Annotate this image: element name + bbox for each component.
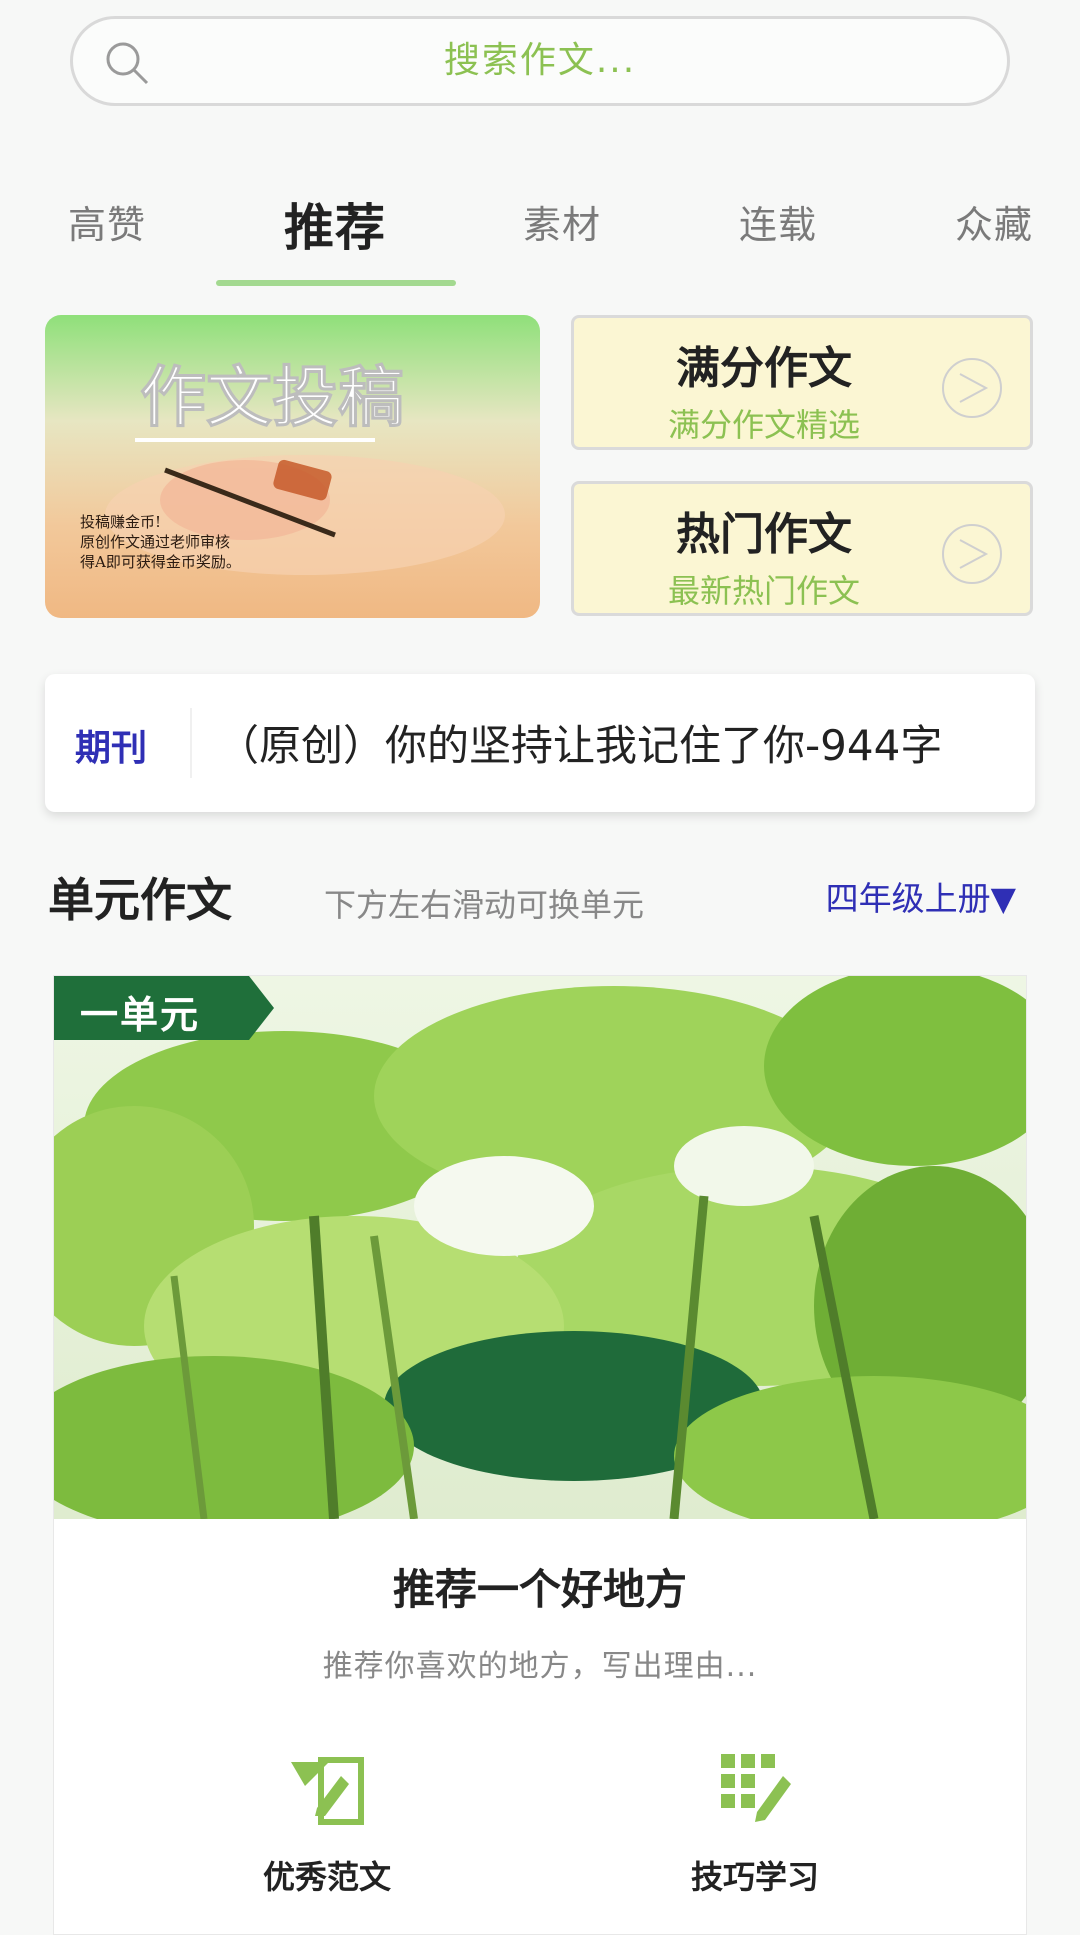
feature-subtitle: 满分作文精选 xyxy=(667,406,860,444)
unit-card-desc: 推荐你喜欢的地方，写出理由... xyxy=(322,1649,758,1684)
active-tab-indicator xyxy=(216,280,456,286)
journal-notice-bar[interactable]: 期刊 （原创）你的坚持让我记住了你-944字 xyxy=(45,674,1035,812)
excellent-essays-button[interactable]: 优秀范文 xyxy=(227,1746,427,1898)
tab-recommend[interactable]: 推荐 xyxy=(284,188,386,260)
unit-tag-label: 一单元 xyxy=(80,993,201,1037)
hot-essays-card[interactable]: 热门作文 最新热门作文 xyxy=(571,481,1033,616)
banner-note-1: 投稿赚金币! xyxy=(80,513,161,531)
feature-title: 满分作文 xyxy=(676,343,852,394)
unit-tag-label-wrap: 一单元 xyxy=(54,976,274,1040)
lotus-leaves-photo xyxy=(54,976,1026,1519)
section-hint: 下方左右滑动可换单元 xyxy=(324,886,645,924)
notice-text[interactable]: （原创）你的坚持让我记住了你-944字 xyxy=(217,712,942,773)
category-tabs: 高赞 推荐 素材 连载 众藏 xyxy=(0,170,1080,290)
unit-card[interactable]: 一单元 推荐一个好地方 推荐你喜欢的地方，写出理由... 优秀范文 技巧学习 xyxy=(53,975,1027,1935)
grid-pencil-icon xyxy=(721,1754,791,1822)
grade-dropdown[interactable]: 四年级上册▼ xyxy=(826,872,1016,920)
action-label: 优秀范文 xyxy=(262,1858,391,1896)
chevron-right-icon xyxy=(942,358,1002,418)
banner-note-3: 得A即可获得金币奖励。 xyxy=(80,553,241,571)
search-placeholder: 搜索作文... xyxy=(443,40,637,81)
notice-divider xyxy=(190,708,192,778)
tab-gaozan[interactable]: 高赞 xyxy=(68,194,146,249)
feature-title: 热门作文 xyxy=(676,509,852,560)
essay-edit-icon xyxy=(291,1757,364,1825)
tab-material[interactable]: 素材 xyxy=(523,194,601,249)
banner-image: 作文投稿 投稿赚金币! 原创作文通过老师审核 得A即可获得金币奖励。 xyxy=(45,315,540,618)
banner-title: 作文投稿 xyxy=(140,358,404,436)
search-bar[interactable]: 搜索作文... xyxy=(70,16,1010,106)
tab-serial[interactable]: 连载 xyxy=(739,194,817,249)
feature-subtitle: 最新热门作文 xyxy=(667,572,860,610)
writing-tips-button[interactable]: 技巧学习 xyxy=(655,1746,855,1898)
section-title: 单元作文 xyxy=(48,873,232,927)
chevron-right-icon xyxy=(942,524,1002,584)
unit-card-title: 推荐一个好地方 xyxy=(392,1565,687,1614)
notice-tag: 期刊 xyxy=(75,728,148,769)
full-score-essays-card[interactable]: 满分作文 满分作文精选 xyxy=(571,315,1033,450)
submission-banner[interactable]: 作文投稿 投稿赚金币! 原创作文通过老师审核 得A即可获得金币奖励。 xyxy=(45,315,540,618)
tab-collection[interactable]: 众藏 xyxy=(955,194,1033,249)
action-label: 技巧学习 xyxy=(690,1858,819,1896)
banner-note-2: 原创作文通过老师审核 xyxy=(80,533,230,551)
